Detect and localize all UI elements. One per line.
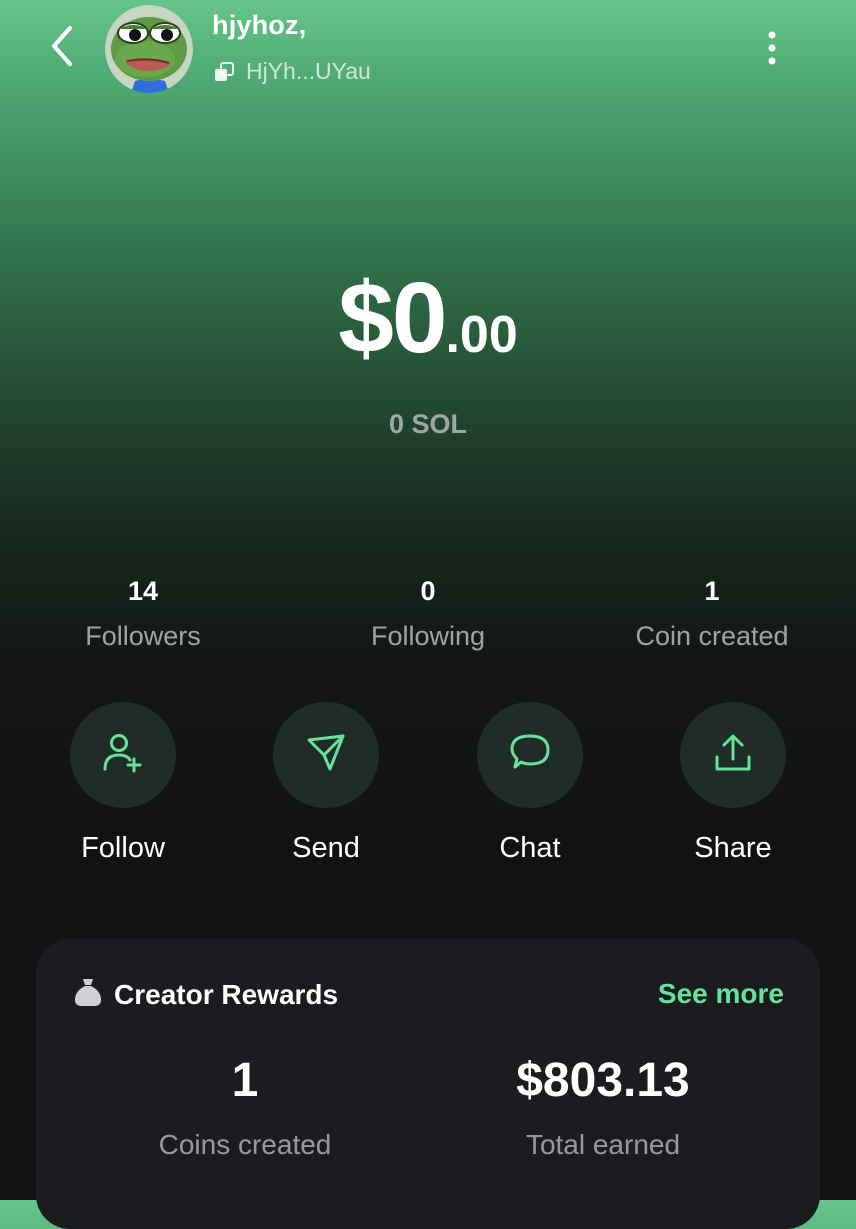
chat-icon (506, 729, 554, 782)
follow-label: Follow (81, 832, 165, 864)
reward-coins-created: 1 Coins created (95, 1057, 395, 1161)
reward-coins-created-value: 1 (231, 1054, 259, 1107)
reward-total-earned-value: $803.13 (516, 1054, 690, 1107)
more-vertical-icon (768, 31, 776, 70)
avatar[interactable] (105, 5, 193, 93)
share-label: Share (694, 832, 772, 864)
back-button[interactable] (40, 24, 84, 73)
balance-dollars: $0 (338, 262, 447, 374)
follow-button[interactable]: Follow (43, 702, 203, 865)
creator-rewards-card: Creator Rewards See more 1 Coins created… (36, 939, 820, 1229)
more-options-button[interactable] (752, 28, 792, 72)
followers-label: Followers (85, 621, 201, 651)
user-plus-icon (101, 731, 145, 780)
sol-balance: 0 SOL (388, 409, 468, 439)
copy-icon (212, 60, 236, 84)
wallet-address: HjYh...UYau (246, 58, 371, 84)
following-label: Following (370, 621, 486, 651)
creator-rewards-title: Creator Rewards (114, 978, 339, 1010)
usd-balance: $0.00 (0, 268, 856, 368)
chat-label: Chat (499, 832, 561, 864)
share-icon (711, 731, 755, 780)
followers-count: 14 (127, 576, 159, 606)
creator-rewards-header: Creator Rewards (74, 977, 338, 1012)
chat-button-circle[interactable] (477, 702, 583, 808)
chat-button[interactable]: Chat (450, 702, 610, 865)
stat-coins-created[interactable]: 1 Coin created (587, 576, 837, 652)
stat-followers[interactable]: 14 Followers (18, 576, 268, 652)
stat-following[interactable]: 0 Following (303, 576, 553, 652)
username: hjyhoz, (212, 10, 307, 40)
wallet-address-copy[interactable]: HjYh...UYau (212, 58, 371, 85)
money-bag-icon (74, 977, 102, 1012)
reward-coins-created-label: Coins created (158, 1129, 332, 1160)
see-more-link[interactable]: See more (658, 978, 784, 1010)
following-count: 0 (420, 576, 436, 606)
frog-avatar (105, 5, 193, 93)
share-button[interactable]: Share (653, 702, 813, 865)
balance-cents: .00 (445, 306, 518, 364)
reward-total-earned-label: Total earned (525, 1129, 681, 1160)
send-button-circle[interactable] (273, 702, 379, 808)
follow-button-circle[interactable] (70, 702, 176, 808)
send-icon (304, 731, 348, 780)
chevron-left-icon (48, 24, 76, 73)
send-button[interactable]: Send (246, 702, 406, 865)
coins-created-label: Coin created (635, 621, 789, 651)
share-button-circle[interactable] (680, 702, 786, 808)
coins-created-count: 1 (704, 576, 720, 606)
send-label: Send (292, 832, 360, 864)
reward-total-earned: $803.13 Total earned (453, 1057, 753, 1161)
